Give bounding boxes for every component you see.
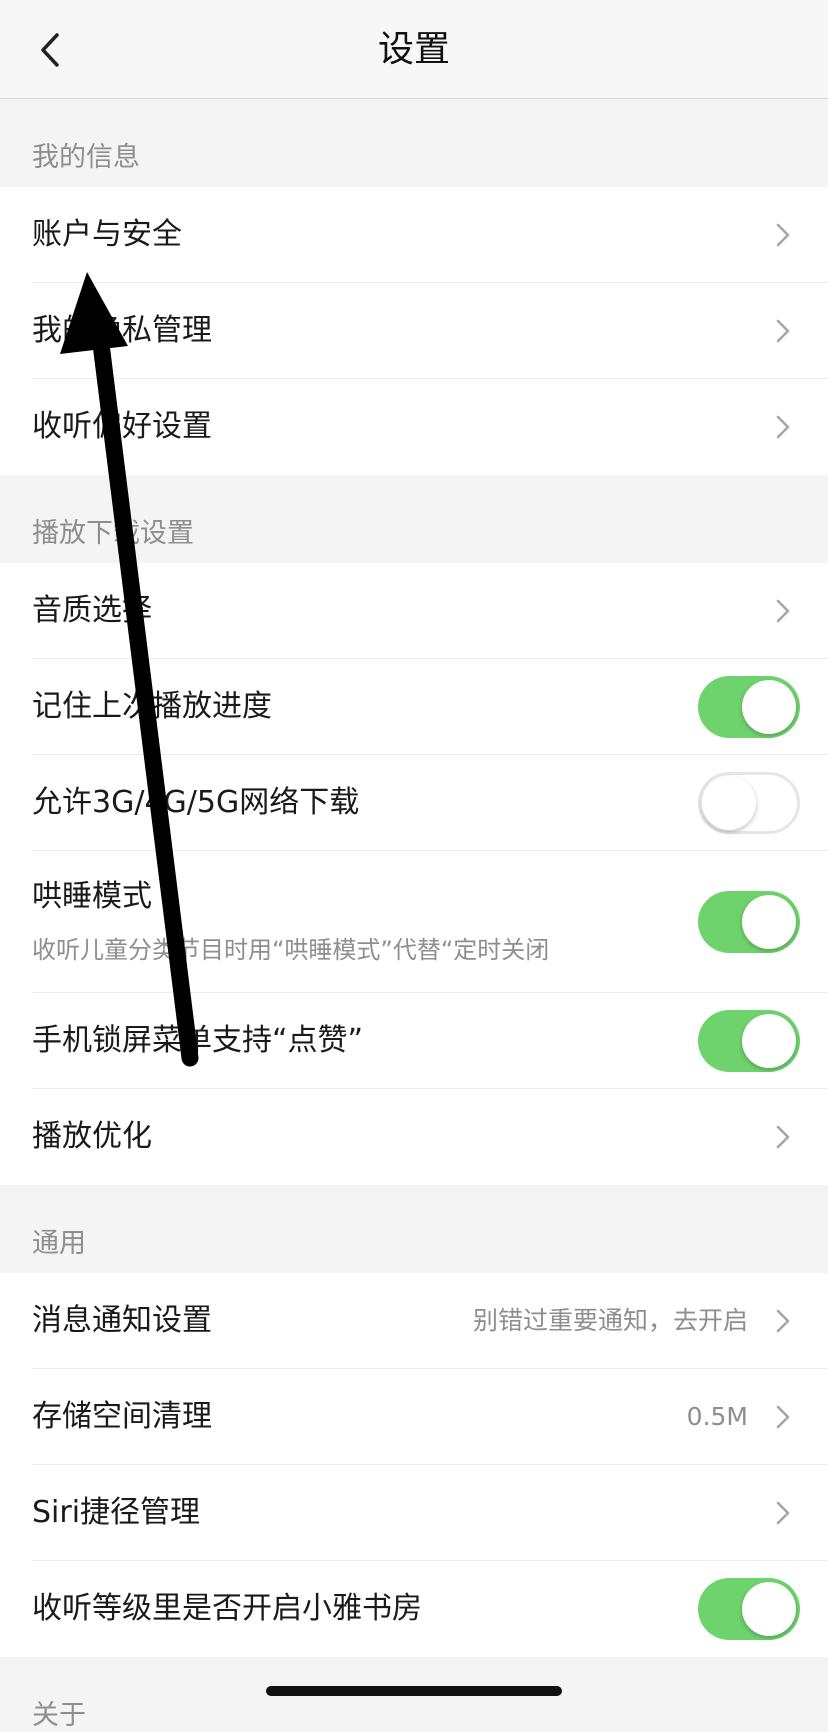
row-label: 账户与安全 <box>32 217 182 252</box>
home-indicator <box>266 1686 562 1696</box>
toggle-knob <box>742 680 796 734</box>
page-title: 设置 <box>377 29 450 70</box>
row-notification-settings[interactable]: 消息通知设置 别错过重要通知，去开启 <box>0 1273 828 1369</box>
row-label: 记住上次播放进度 <box>32 689 272 724</box>
row-label: 收听等级里是否开启小雅书房 <box>32 1591 422 1626</box>
row-label: 哄睡模式 <box>32 879 152 914</box>
row-value: 0.5M <box>686 1402 748 1431</box>
row-xiaoya-study: 收听等级里是否开启小雅书房 <box>0 1561 828 1657</box>
section-title: 通用 <box>32 1228 86 1259</box>
chevron-right-icon <box>776 1405 790 1429</box>
row-listening-preferences[interactable]: 收听偏好设置 <box>0 379 828 475</box>
row-audio-quality[interactable]: 音质选择 <box>0 563 828 659</box>
chevron-right-icon <box>776 415 790 439</box>
toggle-knob <box>742 895 796 949</box>
chevron-right-icon <box>776 1501 790 1525</box>
row-playback-optimization[interactable]: 播放优化 <box>0 1089 828 1185</box>
section-title: 关于 <box>32 1700 86 1731</box>
section-header-general: 通用 <box>0 1185 828 1273</box>
chevron-right-icon <box>776 319 790 343</box>
section-header-my-info: 我的信息 <box>0 99 828 187</box>
section-title: 播放下载设置 <box>32 518 194 549</box>
row-label: 存储空间清理 <box>32 1399 212 1434</box>
row-sleep-mode: 哄睡模式 收听儿童分类节目时用“哄睡模式”代替“定时关闭 <box>0 851 828 993</box>
row-label: Siri捷径管理 <box>32 1495 201 1530</box>
row-label: 手机锁屏菜单支持“点赞” <box>32 1023 364 1058</box>
toggle-switch[interactable] <box>698 772 800 834</box>
toggle-knob <box>702 776 756 830</box>
row-label: 我的隐私管理 <box>32 313 212 348</box>
row-siri-shortcuts[interactable]: Siri捷径管理 <box>0 1465 828 1561</box>
group-general: 消息通知设置 别错过重要通知，去开启 存储空间清理 0.5M Siri捷径管理 … <box>0 1273 828 1657</box>
group-playback-download: 音质选择 记住上次播放进度 允许3G/4G/5G网络下载 哄睡模式 收听儿童分类… <box>0 563 828 1185</box>
toggle-knob <box>742 1014 796 1068</box>
row-label: 收听偏好设置 <box>32 409 212 444</box>
row-mobile-network-download: 允许3G/4G/5G网络下载 <box>0 755 828 851</box>
toggle-switch[interactable] <box>698 891 800 953</box>
toggle-switch[interactable] <box>698 676 800 738</box>
row-value: 别错过重要通知，去开启 <box>472 1306 748 1335</box>
toggle-switch[interactable] <box>698 1010 800 1072</box>
row-remember-progress: 记住上次播放进度 <box>0 659 828 755</box>
chevron-right-icon <box>776 1309 790 1333</box>
row-label: 消息通知设置 <box>32 1303 212 1338</box>
row-storage-cleanup[interactable]: 存储空间清理 0.5M <box>0 1369 828 1465</box>
section-title: 我的信息 <box>32 142 140 173</box>
chevron-right-icon <box>776 1125 790 1149</box>
toggle-switch[interactable] <box>698 1578 800 1640</box>
group-my-info: 账户与安全 我的隐私管理 收听偏好设置 <box>0 187 828 475</box>
chevron-right-icon <box>776 223 790 247</box>
row-description: 收听儿童分类节目时用“哄睡模式”代替“定时关闭 <box>32 936 550 964</box>
toggle-knob <box>742 1582 796 1636</box>
nav-bar: 设置 <box>0 0 828 99</box>
row-lockscreen-like: 手机锁屏菜单支持“点赞” <box>0 993 828 1089</box>
row-label: 允许3G/4G/5G网络下载 <box>32 785 360 820</box>
row-account-security[interactable]: 账户与安全 <box>0 187 828 283</box>
chevron-right-icon <box>776 599 790 623</box>
row-privacy[interactable]: 我的隐私管理 <box>0 283 828 379</box>
row-label: 播放优化 <box>32 1119 152 1154</box>
row-label: 音质选择 <box>32 593 152 628</box>
section-header-playback-download: 播放下载设置 <box>0 475 828 563</box>
